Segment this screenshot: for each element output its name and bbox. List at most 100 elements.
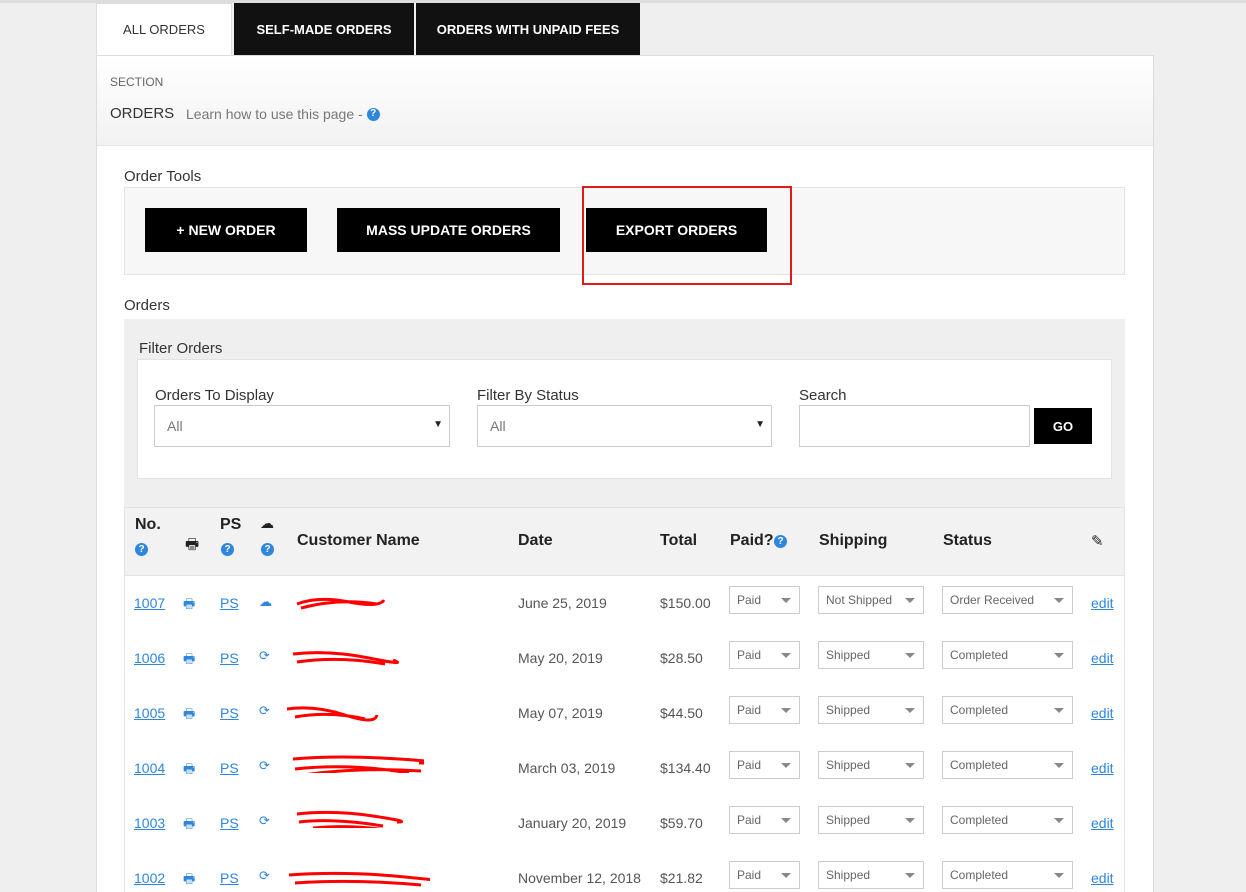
- print-icon[interactable]: 🖶: [183, 870, 195, 892]
- cloud-download-icon: ☁: [260, 515, 274, 532]
- status-select[interactable]: Completed: [942, 641, 1073, 669]
- edit-link[interactable]: edit: [1091, 650, 1114, 666]
- orders-to-display-value: All: [167, 418, 183, 434]
- refresh-icon[interactable]: ⟳: [259, 703, 270, 719]
- help-icon[interactable]: ?: [774, 535, 787, 548]
- tab-self-made-orders[interactable]: SELF-MADE ORDERS: [234, 3, 414, 55]
- shipping-select[interactable]: Not Shipped: [818, 586, 924, 614]
- mass-update-orders-button[interactable]: MASS UPDATE ORDERS: [337, 208, 560, 252]
- help-icon[interactable]: ?: [135, 543, 148, 556]
- refresh-icon[interactable]: ⟳: [259, 648, 270, 664]
- filter-by-status-value: All: [490, 418, 506, 434]
- redacted-customer-name[interactable]: [289, 592, 389, 612]
- order-tools-title: Order Tools: [124, 168, 201, 185]
- order-number-link[interactable]: 1006: [134, 650, 165, 666]
- refresh-icon[interactable]: ⟳: [259, 813, 270, 829]
- redacted-customer-name[interactable]: [293, 808, 403, 828]
- redacted-customer-name[interactable]: [285, 867, 430, 887]
- orders-title: Orders: [124, 297, 170, 314]
- paid-select[interactable]: Paid: [729, 641, 800, 669]
- paid-value: Paid: [737, 758, 761, 772]
- table-row: 1003 🖶 PS ⟳ January 20, 2019 $59.70 Paid…: [125, 796, 1124, 851]
- edit-link[interactable]: edit: [1091, 870, 1114, 886]
- paid-select[interactable]: Paid: [729, 751, 800, 779]
- order-number-link[interactable]: 1002: [134, 870, 165, 886]
- help-icon[interactable]: ?: [221, 543, 234, 556]
- cloud-download-icon[interactable]: ☁: [259, 594, 272, 610]
- caret-down-icon: [1054, 873, 1064, 878]
- learn-link[interactable]: Learn how to use this page - ?: [186, 106, 380, 122]
- paid-value: Paid: [737, 593, 761, 607]
- header-shipping: Shipping: [819, 532, 887, 550]
- paid-value: Paid: [737, 703, 761, 717]
- shipping-value: Not Shipped: [826, 593, 892, 607]
- status-value: Completed: [950, 868, 1008, 882]
- shipping-select[interactable]: Shipped: [818, 861, 924, 889]
- orders-to-display-select[interactable]: All ▼: [154, 405, 450, 447]
- edit-link[interactable]: edit: [1091, 760, 1114, 776]
- status-value: Completed: [950, 648, 1008, 662]
- go-button[interactable]: GO: [1034, 408, 1092, 444]
- shipping-select[interactable]: Shipped: [818, 696, 924, 724]
- edit-link[interactable]: edit: [1091, 815, 1114, 831]
- packing-slip-link[interactable]: PS: [220, 705, 239, 721]
- table-header: No. ? 🖶 PS ? ☁ ? Customer Name Date Tota…: [125, 508, 1124, 576]
- packing-slip-link[interactable]: PS: [220, 760, 239, 776]
- redacted-customer-name[interactable]: [285, 703, 385, 723]
- status-select[interactable]: Completed: [942, 806, 1073, 834]
- learn-text: Learn how to use this page -: [186, 106, 363, 122]
- order-number-link[interactable]: 1005: [134, 705, 165, 721]
- filter-by-status-select[interactable]: All ▼: [477, 405, 772, 447]
- chevron-down-icon: ▼: [433, 419, 443, 430]
- paid-select[interactable]: Paid: [729, 586, 800, 614]
- tab-orders-unpaid-fees[interactable]: ORDERS WITH UNPAID FEES: [416, 3, 640, 55]
- paid-select[interactable]: Paid: [729, 696, 800, 724]
- edit-link[interactable]: edit: [1091, 595, 1114, 611]
- print-icon[interactable]: 🖶: [183, 595, 195, 617]
- order-date: May 20, 2019: [518, 650, 603, 666]
- order-number-link[interactable]: 1003: [134, 815, 165, 831]
- status-select[interactable]: Completed: [942, 861, 1073, 889]
- header-customer-name: Customer Name: [297, 532, 420, 550]
- new-order-button[interactable]: + NEW ORDER: [145, 208, 307, 252]
- print-icon[interactable]: 🖶: [183, 705, 195, 727]
- tab-all-orders[interactable]: ALL ORDERS: [96, 3, 232, 55]
- table-row: 1006 🖶 PS ⟳ May 20, 2019 $28.50 Paid Shi…: [125, 631, 1124, 686]
- print-icon[interactable]: 🖶: [183, 760, 195, 782]
- shipping-select[interactable]: Shipped: [818, 806, 924, 834]
- shipping-select[interactable]: Shipped: [818, 641, 924, 669]
- refresh-icon[interactable]: ⟳: [259, 868, 270, 884]
- caret-down-icon: [905, 598, 915, 603]
- caret-down-icon: [1054, 763, 1064, 768]
- status-select[interactable]: Completed: [942, 751, 1073, 779]
- order-date: June 25, 2019: [518, 595, 607, 611]
- table-row: 1005 🖶 PS ⟳ May 07, 2019 $44.50 Paid Shi…: [125, 686, 1124, 741]
- paid-select[interactable]: Paid: [729, 806, 800, 834]
- paid-select[interactable]: Paid: [729, 861, 800, 889]
- order-number-link[interactable]: 1004: [134, 760, 165, 776]
- order-date: May 07, 2019: [518, 705, 603, 721]
- packing-slip-link[interactable]: PS: [220, 650, 239, 666]
- status-select[interactable]: Order Received: [942, 586, 1073, 614]
- status-value: Completed: [950, 703, 1008, 717]
- packing-slip-link[interactable]: PS: [220, 815, 239, 831]
- redacted-customer-name[interactable]: [289, 648, 399, 668]
- order-total: $150.00: [660, 595, 711, 611]
- packing-slip-link[interactable]: PS: [220, 870, 239, 886]
- redacted-customer-name[interactable]: [289, 753, 424, 773]
- caret-down-icon: [1054, 598, 1064, 603]
- print-icon[interactable]: 🖶: [183, 815, 195, 837]
- pencil-icon: ✎: [1091, 532, 1104, 550]
- help-icon[interactable]: ?: [261, 543, 274, 556]
- status-select[interactable]: Completed: [942, 696, 1073, 724]
- help-icon[interactable]: ?: [367, 108, 380, 121]
- shipping-select[interactable]: Shipped: [818, 751, 924, 779]
- order-date: November 12, 2018: [518, 870, 641, 886]
- search-input[interactable]: [799, 405, 1030, 447]
- print-icon[interactable]: 🖶: [183, 650, 195, 672]
- edit-link[interactable]: edit: [1091, 705, 1114, 721]
- caret-down-icon: [1054, 653, 1064, 658]
- packing-slip-link[interactable]: PS: [220, 595, 239, 611]
- order-number-link[interactable]: 1007: [134, 595, 165, 611]
- refresh-icon[interactable]: ⟳: [259, 758, 270, 774]
